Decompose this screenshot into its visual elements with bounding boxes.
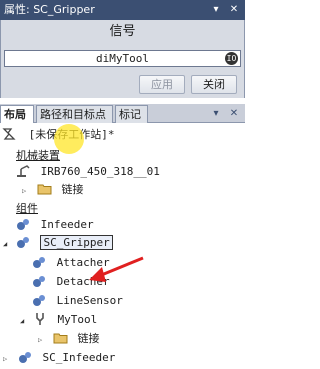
smart-component-icon	[18, 352, 31, 363]
sc-gripper-node[interactable]: ◢ SC_Gripper	[3, 234, 113, 251]
smart-component-icon	[16, 237, 29, 248]
robot-node[interactable]: IRB760_450_318__01	[16, 163, 160, 180]
robot-link-node[interactable]: ▷ 链接	[22, 181, 83, 198]
sc-gripper-label: SC_Gripper	[40, 235, 113, 250]
tab-tags[interactable]: 标记	[115, 105, 148, 123]
collapse-icon[interactable]: ◢	[3, 240, 7, 248]
properties-title-bar: 属性: SC_Gripper ▾ ✕	[0, 0, 245, 20]
components-heading: 组件	[16, 202, 38, 215]
close-icon[interactable]: ✕	[226, 106, 242, 122]
tab-paths-and-targets[interactable]: 路径和目标点	[36, 105, 113, 123]
tool-link-label: 链接	[77, 332, 100, 345]
properties-panel: 信号 diMyTool IO 应用 关闭	[0, 20, 245, 98]
infeeder-label: Infeeder	[40, 218, 94, 231]
signal-value: diMyTool	[96, 52, 149, 65]
folder-icon	[53, 333, 68, 344]
signal-value-field[interactable]: diMyTool IO	[4, 50, 241, 67]
annotation-arrow	[89, 256, 144, 282]
mytool-node[interactable]: ◢ MyTool	[20, 311, 97, 328]
layout-tabbar: 布局 路径和目标点 标记 ▾ ✕	[0, 104, 245, 124]
collapse-icon[interactable]: ◢	[20, 317, 24, 325]
folder-icon	[37, 184, 52, 195]
station-node[interactable]: [未保存工作站]*	[2, 124, 117, 154]
mytool-label: MyTool	[57, 313, 98, 326]
sc-infeeder-node[interactable]: ▷ SC_Infeeder	[3, 349, 115, 366]
expand-icon[interactable]: ▷	[38, 336, 42, 344]
robot-link-label: 链接	[61, 183, 84, 196]
tab-layout[interactable]: 布局	[0, 105, 34, 124]
mechanisms-heading: 机械装置	[16, 149, 60, 162]
expand-icon[interactable]: ▷	[22, 187, 26, 195]
linesensor-node[interactable]: LineSensor	[32, 292, 123, 309]
pin-icon[interactable]: ▾	[208, 106, 224, 122]
robot-label: IRB760_450_318__01	[40, 165, 160, 178]
layout-tree: [未保存工作站]* 机械装置 IRB760_450_318__01 ▷ 链接 组…	[0, 123, 245, 369]
smart-component-icon	[33, 276, 45, 287]
close-button[interactable]: 关闭	[191, 75, 237, 94]
apply-button[interactable]: 应用	[139, 75, 185, 94]
sc-infeeder-label: SC_Infeeder	[42, 351, 116, 364]
properties-title: 属性: SC_Gripper	[4, 3, 95, 16]
tool-link-node[interactable]: ▷ 链接	[38, 330, 99, 347]
close-icon[interactable]: ✕	[226, 2, 242, 18]
station-icon	[2, 128, 16, 140]
smart-component-icon	[17, 219, 29, 230]
pin-icon[interactable]: ▾	[208, 2, 224, 18]
smart-component-icon	[33, 257, 45, 268]
robot-icon	[17, 165, 30, 177]
infeeder-node[interactable]: Infeeder	[16, 216, 94, 233]
tool-icon	[36, 313, 44, 325]
signal-header: 信号	[109, 24, 136, 39]
expand-icon[interactable]: ▷	[3, 355, 7, 363]
smart-component-icon	[33, 295, 45, 306]
io-signal-icon: IO	[225, 52, 238, 65]
linesensor-label: LineSensor	[56, 294, 123, 307]
